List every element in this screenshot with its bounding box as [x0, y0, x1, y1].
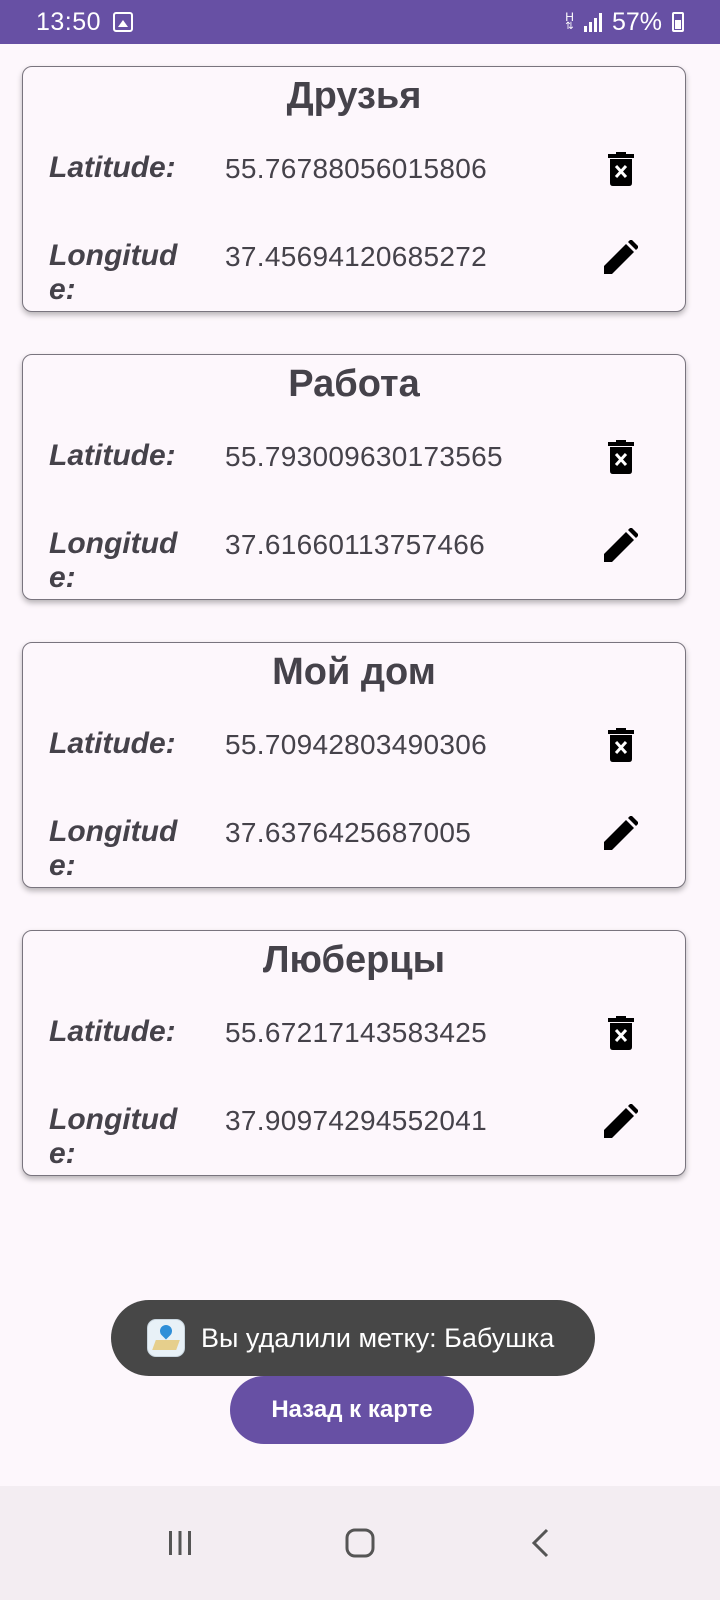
edit-icon — [604, 528, 638, 562]
latitude-value: 55.67217143583425 — [225, 1017, 488, 1048]
home-icon — [345, 1528, 375, 1558]
edit-button[interactable] — [601, 1101, 641, 1141]
longitude-label: Longitude: — [49, 815, 178, 882]
edit-button[interactable] — [601, 813, 641, 853]
place-card: Люберцы Latitude: 55.67217143583425 Long… — [22, 930, 686, 1176]
longitude-value: 37.90974294552041 — [225, 1105, 488, 1136]
gallery-notification-icon — [113, 12, 134, 32]
delete-button[interactable] — [601, 725, 641, 765]
delete-button[interactable] — [601, 437, 641, 477]
toast: Вы удалили метку: Бабушка — [111, 1300, 595, 1376]
latitude-label: Latitude: — [49, 439, 176, 472]
delete-button[interactable] — [601, 149, 641, 189]
status-time: 13:50 — [36, 7, 102, 36]
edit-icon — [604, 240, 638, 274]
delete-icon — [608, 728, 634, 762]
delete-button[interactable] — [601, 1013, 641, 1053]
back-button[interactable] — [510, 1513, 570, 1573]
longitude-value: 37.61660113757466 — [225, 529, 485, 560]
edit-icon — [604, 816, 638, 850]
longitude-label: Longitude: — [49, 527, 178, 594]
edit-button[interactable] — [601, 237, 641, 277]
recents-icon — [169, 1531, 191, 1555]
app-map-icon — [147, 1319, 185, 1357]
battery-icon — [672, 12, 684, 32]
edit-icon — [604, 1104, 638, 1138]
status-bar: 13:50 H ⇅ 57% — [0, 0, 720, 44]
place-card: Друзья Latitude: 55.76788056015806 Longi… — [22, 66, 686, 312]
delete-icon — [608, 440, 634, 474]
longitude-label: Longitude: — [49, 239, 178, 306]
latitude-value: 55.793009630173565 — [225, 441, 503, 472]
delete-icon — [608, 1016, 634, 1050]
signal-icon — [583, 12, 602, 32]
longitude-value: 37.45694120685272 — [225, 241, 488, 272]
system-nav-bar — [0, 1486, 720, 1600]
latitude-value: 55.70942803490306 — [225, 729, 488, 760]
place-name: Друзья — [286, 75, 422, 117]
latitude-label: Latitude: — [49, 151, 176, 184]
toast-message: Вы удалили метку: Бабушка — [201, 1322, 555, 1353]
place-card: Мой дом Latitude: 55.70942803490306 Long… — [22, 642, 686, 888]
latitude-label: Latitude: — [49, 727, 176, 760]
places-list: Друзья Latitude: 55.76788056015806 Longi… — [22, 66, 686, 1218]
latitude-value: 55.76788056015806 — [225, 153, 488, 184]
back-to-map-button[interactable]: Назад к карте — [230, 1376, 474, 1444]
edit-button[interactable] — [601, 525, 641, 565]
network-type-icon: H ⇅ — [565, 10, 574, 32]
longitude-value: 37.6376425687005 — [225, 817, 472, 848]
place-card: Работа Latitude: 55.793009630173565 Long… — [22, 354, 686, 600]
back-icon — [531, 1528, 549, 1558]
place-name: Мой дом — [272, 651, 436, 693]
place-name: Люберцы — [262, 939, 446, 981]
battery-percent: 57% — [611, 7, 662, 36]
delete-icon — [608, 152, 634, 186]
latitude-label: Latitude: — [49, 1015, 176, 1048]
home-button[interactable] — [330, 1513, 390, 1573]
place-name: Работа — [288, 363, 420, 405]
recents-button[interactable] — [150, 1513, 210, 1573]
status-indicators: H ⇅ 57% — [565, 8, 684, 37]
longitude-label: Longitude: — [49, 1103, 178, 1170]
